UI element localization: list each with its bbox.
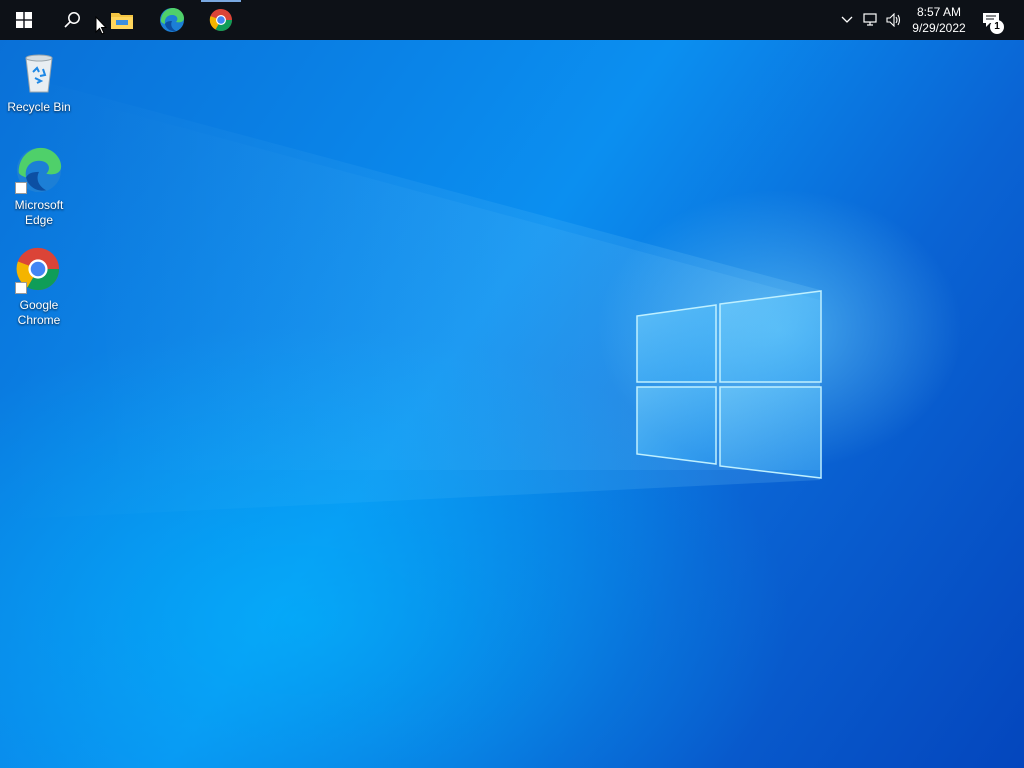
windows-logo-icon bbox=[16, 12, 32, 28]
shortcut-arrow-icon bbox=[15, 282, 27, 294]
wallpaper-windows-logo bbox=[0, 70, 822, 520]
taskbar-chrome[interactable] bbox=[197, 0, 245, 40]
desktop-icon-label: Microsoft Edge bbox=[14, 198, 64, 227]
taskbar: 8:57 AM 9/29/2022 1 bbox=[0, 0, 1024, 40]
search-icon bbox=[64, 12, 80, 28]
desktop-wallpaper[interactable] bbox=[0, 0, 1024, 768]
show-hidden-icons-button[interactable] bbox=[836, 0, 858, 40]
desktop-icon-recycle-bin[interactable]: Recycle Bin bbox=[2, 48, 76, 115]
clock[interactable]: 8:57 AM 9/29/2022 bbox=[906, 2, 972, 38]
desktop-icon-label: Recycle Bin bbox=[7, 100, 71, 114]
chevron-up-icon bbox=[841, 16, 853, 23]
notification-count-badge: 1 bbox=[990, 20, 1004, 34]
search-button[interactable] bbox=[48, 0, 96, 40]
mouse-cursor-icon bbox=[95, 16, 107, 35]
edge-icon bbox=[160, 8, 184, 32]
recycle-bin-icon bbox=[25, 54, 53, 93]
folder-icon bbox=[111, 13, 133, 29]
network-button[interactable] bbox=[860, 0, 882, 40]
volume-icon bbox=[886, 13, 901, 27]
taskbar-edge[interactable] bbox=[148, 0, 196, 40]
network-icon bbox=[863, 13, 877, 26]
clock-date: 9/29/2022 bbox=[912, 21, 966, 35]
desktop-icon-google-chrome[interactable]: Google Chrome bbox=[2, 246, 76, 328]
start-button[interactable] bbox=[0, 0, 48, 40]
desktop-icon-label: Google Chrome bbox=[17, 298, 61, 327]
chrome-icon bbox=[209, 8, 232, 31]
volume-button[interactable] bbox=[883, 0, 905, 40]
clock-time: 8:57 AM bbox=[916, 5, 962, 19]
action-center-button[interactable] bbox=[976, 0, 1006, 40]
desktop-icon-microsoft-edge[interactable]: Microsoft Edge bbox=[2, 146, 76, 228]
shortcut-arrow-icon bbox=[15, 182, 27, 194]
